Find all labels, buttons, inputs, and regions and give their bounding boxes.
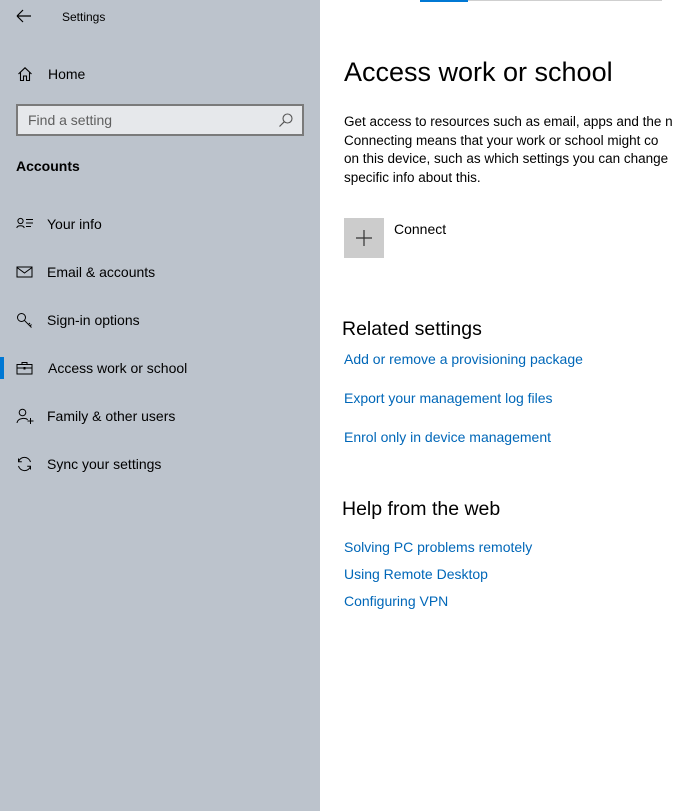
description-line: Get access to resources such as email, a…: [344, 114, 673, 129]
link-enrol-device-management[interactable]: Enrol only in device management: [344, 429, 551, 445]
link-remote-desktop[interactable]: Using Remote Desktop: [344, 566, 488, 582]
search-icon[interactable]: [278, 112, 294, 128]
sidebar-item-label: Email & accounts: [47, 264, 156, 280]
home-icon: [18, 67, 32, 82]
search-input[interactable]: [18, 106, 268, 134]
sync-icon: [18, 456, 31, 472]
sidebar-item-email-accounts[interactable]: Email & accounts: [0, 252, 320, 292]
connect-label[interactable]: Connect: [394, 221, 446, 237]
home-label: Home: [48, 66, 86, 82]
sidebar-item-label: Access work or school: [48, 360, 188, 376]
sidebar-item-access-work-school[interactable]: Access work or school: [0, 348, 320, 388]
description: Get access to resources such as email, a…: [344, 113, 673, 187]
person-card-icon: [16, 217, 33, 229]
back-arrow-icon: [16, 9, 31, 23]
link-configuring-vpn[interactable]: Configuring VPN: [344, 593, 448, 609]
help-title: Help from the web: [342, 498, 501, 520]
sidebar-item-your-info[interactable]: Your info: [0, 204, 320, 244]
briefcase-icon: [16, 362, 33, 375]
section-title: Accounts: [16, 158, 80, 174]
top-accent-bar: [420, 0, 468, 2]
link-export-management-logs[interactable]: Export your management log files: [344, 390, 553, 406]
link-solving-pc-problems[interactable]: Solving PC problems remotely: [344, 539, 532, 555]
page-title: Access work or school: [344, 57, 613, 87]
link-provisioning-package[interactable]: Add or remove a provisioning package: [344, 351, 583, 367]
connect-button[interactable]: [344, 218, 384, 258]
search-box[interactable]: [16, 104, 304, 136]
selection-indicator: [0, 357, 4, 379]
plus-icon: [356, 230, 372, 246]
main-content: Access work or school Get access to reso…: [320, 0, 673, 811]
key-icon: [17, 313, 32, 328]
sidebar-item-label: Your info: [47, 216, 102, 232]
window-title: Settings: [62, 10, 106, 24]
related-settings-title: Related settings: [342, 318, 482, 340]
description-line: Connecting means that your work or schoo…: [344, 132, 659, 148]
back-button[interactable]: [13, 6, 35, 26]
sidebar-item-label: Sync your settings: [47, 456, 162, 472]
sidebar: Settings Home Accounts Your info Email &…: [0, 0, 320, 811]
sidebar-item-label: Family & other users: [47, 408, 176, 424]
sidebar-item-sign-in-options[interactable]: Sign-in options: [0, 300, 320, 340]
title-bar: Settings: [0, 0, 320, 34]
person-add-icon: [16, 408, 34, 424]
mail-icon: [16, 266, 33, 278]
home-nav-item[interactable]: Home: [0, 58, 320, 90]
description-line: on this device, such as which settings y…: [344, 151, 669, 166]
description-line: specific info about this.: [344, 169, 481, 185]
sidebar-item-family-other-users[interactable]: Family & other users: [0, 396, 320, 436]
sidebar-item-sync-settings[interactable]: Sync your settings: [0, 444, 320, 484]
sidebar-item-label: Sign-in options: [47, 312, 140, 328]
